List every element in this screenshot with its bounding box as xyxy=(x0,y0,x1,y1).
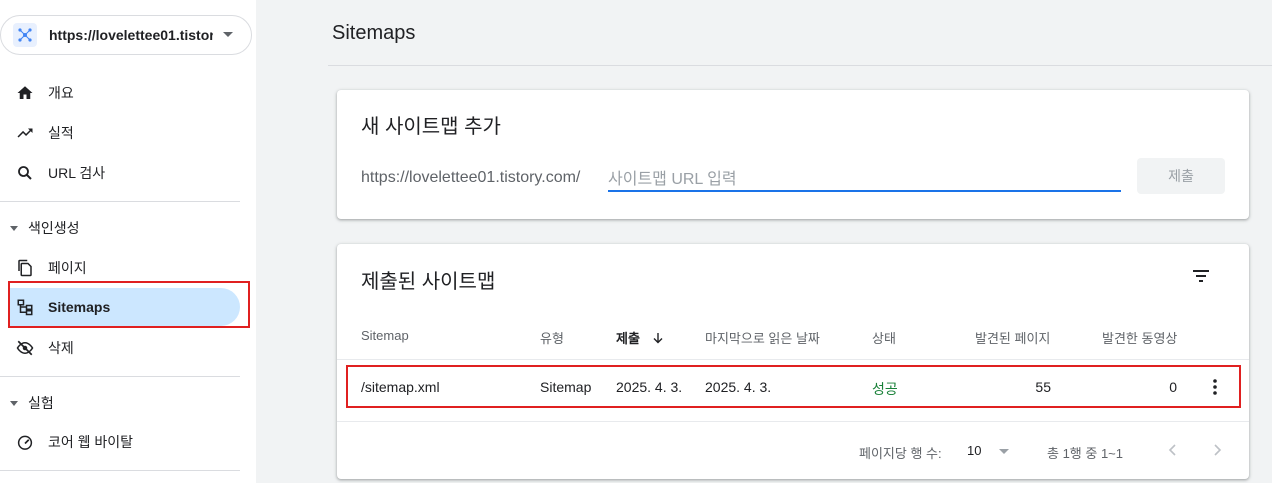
pagination-range: 총 1행 중 1~1 xyxy=(1047,446,1123,461)
nav-section-indexing[interactable]: 색인생성 xyxy=(8,213,240,243)
column-header-last-read[interactable]: 마지막으로 읽은 날짜 xyxy=(705,328,820,347)
sidebar: https://lovelettee01.tistory.com/ 개요 실적 … xyxy=(0,0,256,483)
nav-label: URL 검사 xyxy=(48,165,106,181)
nav-section-experience[interactable]: 실험 xyxy=(8,388,240,418)
nav-label: 페이지 xyxy=(48,260,87,276)
pages-icon xyxy=(16,259,34,277)
column-header-type[interactable]: 유형 xyxy=(540,328,564,347)
property-url: https://lovelettee01.tistory.com/ xyxy=(49,27,213,43)
submit-button[interactable]: 제출 xyxy=(1137,158,1225,194)
trending-up-icon xyxy=(16,124,34,142)
column-header-label: 제출 xyxy=(616,331,640,346)
dropdown-caret-icon[interactable] xyxy=(999,449,1009,454)
nav-divider xyxy=(0,201,240,202)
column-header-discovered-pages[interactable]: 발견된 페이지 xyxy=(975,328,1050,347)
card-title: 제출된 사이트맵 xyxy=(361,271,496,293)
page-title: Sitemaps xyxy=(332,22,416,44)
chevron-right-icon[interactable] xyxy=(1207,440,1227,460)
nav-item-performance[interactable]: 실적 xyxy=(8,114,240,152)
nav-item-overview[interactable]: 개요 xyxy=(8,74,240,112)
nav-label: 코어 웹 바이탈 xyxy=(48,434,134,450)
highlight-box xyxy=(346,365,1241,408)
column-header-discovered-videos[interactable]: 발견한 동영상 xyxy=(1102,328,1177,347)
card-title: 새 사이트맵 추가 xyxy=(361,116,501,138)
nav-divider xyxy=(0,470,240,471)
rows-per-page-label: 페이지당 행 수: xyxy=(859,446,942,461)
nav-item-url-inspection[interactable]: URL 검사 xyxy=(8,154,240,192)
section-label: 색인생성 xyxy=(28,220,80,236)
column-header-status[interactable]: 상태 xyxy=(872,328,896,347)
dropdown-caret-icon xyxy=(223,32,233,37)
collapse-caret-icon xyxy=(10,225,18,231)
property-logo-icon xyxy=(13,23,37,47)
nav-divider xyxy=(0,376,240,377)
nav-label: 실적 xyxy=(48,125,74,141)
visibility-off-icon xyxy=(16,339,34,357)
search-icon xyxy=(16,164,34,182)
url-prefix: https://lovelettee01.tistory.com/ xyxy=(361,169,581,186)
nav-item-core-web-vitals[interactable]: 코어 웹 바이탈 xyxy=(8,423,240,461)
filter-icon[interactable] xyxy=(1189,264,1213,288)
arrow-down-icon xyxy=(652,331,664,346)
home-icon xyxy=(16,84,34,102)
add-sitemap-card: 새 사이트맵 추가 https://lovelettee01.tistory.c… xyxy=(337,90,1249,219)
nav-label: 삭제 xyxy=(48,340,74,356)
nav-item-removals[interactable]: 삭제 xyxy=(8,329,240,367)
header-divider xyxy=(328,65,1272,66)
row-divider xyxy=(337,421,1249,422)
submitted-sitemaps-card: 제출된 사이트맵 Sitemap 유형 제출 마지막으로 읽은 날짜 상태 발견… xyxy=(337,244,1249,479)
section-label: 실험 xyxy=(28,395,54,411)
nav-label: 개요 xyxy=(48,85,74,101)
speed-gauge-icon xyxy=(16,433,34,451)
rows-per-page-select[interactable]: 10 xyxy=(967,443,981,458)
highlight-box xyxy=(8,281,250,328)
column-header-sitemap[interactable]: Sitemap xyxy=(361,328,409,343)
sitemap-url-input[interactable] xyxy=(608,170,1121,192)
row-divider xyxy=(337,359,1249,360)
column-header-submitted[interactable]: 제출 xyxy=(616,328,664,347)
property-selector[interactable]: https://lovelettee01.tistory.com/ xyxy=(0,15,252,55)
collapse-caret-icon xyxy=(10,400,18,406)
chevron-left-icon[interactable] xyxy=(1163,440,1183,460)
